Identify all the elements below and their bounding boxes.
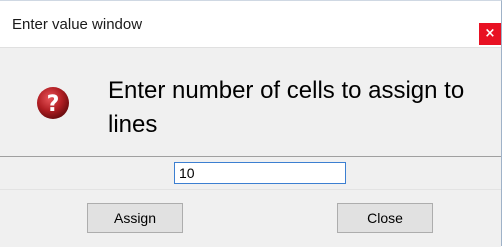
window-title: Enter value window (12, 16, 143, 33)
prompt-message: Enter number of cells to assign to lines (108, 77, 465, 138)
svg-text:?: ? (47, 92, 60, 117)
assign-button[interactable]: Assign (87, 203, 183, 233)
message-panel: ? Enter number of cells to assign to lin… (0, 47, 501, 157)
close-button[interactable]: Close (337, 203, 433, 233)
question-icon: ? (37, 87, 69, 119)
close-window-button[interactable]: × (479, 23, 501, 45)
cell-count-input[interactable] (174, 162, 346, 184)
input-row (0, 157, 501, 190)
button-row: Assign Close (0, 190, 501, 247)
enter-value-dialog: Enter value window × ? Enter number of c… (0, 0, 502, 247)
title-bar[interactable]: Enter value window × (0, 1, 501, 47)
